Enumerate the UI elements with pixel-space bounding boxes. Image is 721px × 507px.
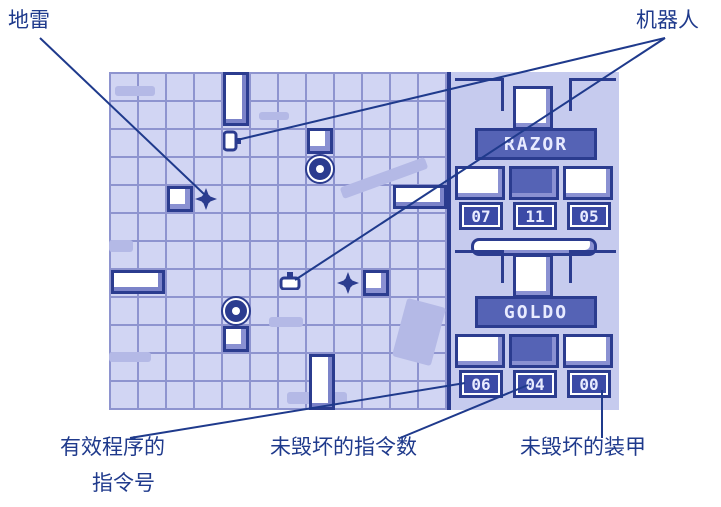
callout-lines (39, 37, 666, 439)
robot-callout-line (294, 37, 666, 281)
mine-callout-line (39, 37, 206, 196)
robot-callout-line (236, 37, 666, 141)
undestroyed-instructions-callout-line (399, 384, 529, 439)
valid-program-callout-line (129, 382, 466, 439)
